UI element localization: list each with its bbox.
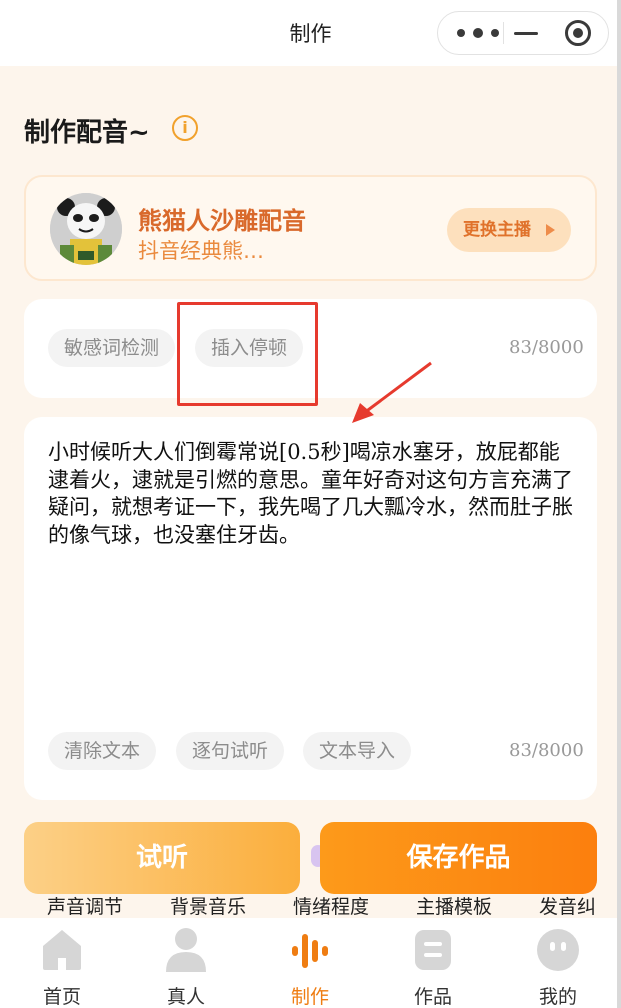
tab-real-person-label: 真人 <box>166 986 205 1008</box>
bottom-tab-bar: 首页 真人 制作 作品 我的 <box>0 918 621 1008</box>
minimize-icon[interactable] <box>512 12 542 54</box>
works-icon <box>415 930 451 970</box>
tools-char-count: 83/8000 <box>509 337 584 358</box>
save-work-button[interactable]: 保存作品 <box>320 822 597 894</box>
tab-mine[interactable]: 我的 <box>518 918 598 1008</box>
editor-char-count: 83/8000 <box>509 740 584 761</box>
tab-home-label: 首页 <box>42 986 81 1008</box>
clear-text-button[interactable]: 清除文本 <box>48 732 157 770</box>
feature-voice-adjust[interactable]: 声音调节 <box>47 892 123 919</box>
text-editor-card[interactable]: 小时候听大人们倒霉常说[0.5秒]喝凉水塞牙，放屁都能逮着火，逮就是引燃的意思。… <box>24 417 597 800</box>
section-heading: 制作配音~ <box>24 118 150 148</box>
home-icon <box>43 930 81 970</box>
editor-textarea[interactable]: 小时候听大人们倒霉常说[0.5秒]喝凉水塞牙，放屁都能逮着火，逮就是引燃的意思。… <box>48 439 578 549</box>
tab-works[interactable]: 作品 <box>393 918 473 1008</box>
voice-name: 熊猫人沙雕配音 <box>138 207 306 235</box>
title-bar: 制作 <box>0 0 621 66</box>
info-icon[interactable]: i <box>172 115 198 141</box>
feature-pronunciation-fix[interactable]: 发音纠 <box>539 892 596 919</box>
tab-real-person[interactable]: 真人 <box>146 918 226 1008</box>
annotation-highlight-box <box>177 302 318 406</box>
person-icon <box>166 928 206 972</box>
more-dots-icon[interactable] <box>452 12 502 54</box>
soundwave-icon <box>292 934 328 968</box>
tab-works-label: 作品 <box>413 986 452 1008</box>
tab-create-label: 制作 <box>290 986 329 1008</box>
panda-avatar-icon <box>50 193 122 265</box>
feature-emotion-level[interactable]: 情绪程度 <box>293 892 369 919</box>
sensitive-word-check-button[interactable]: 敏感词检测 <box>48 329 176 367</box>
feature-options-row: 声音调节 背景音乐 情绪程度 主播模板 发音纠 <box>0 892 621 918</box>
feature-background-music[interactable]: 背景音乐 <box>170 892 246 919</box>
sentence-preview-button[interactable]: 逐句试听 <box>176 732 285 770</box>
window-edge <box>617 0 621 1008</box>
annotation-arrow-icon <box>352 361 432 423</box>
listen-button[interactable]: 试听 <box>24 822 300 894</box>
miniprogram-capsule <box>437 11 609 55</box>
capsule-divider <box>503 22 504 44</box>
feature-anchor-template[interactable]: 主播模板 <box>416 892 492 919</box>
text-import-button[interactable]: 文本导入 <box>303 732 412 770</box>
voice-description: 抖音经典熊… <box>138 239 264 263</box>
change-anchor-button[interactable]: 更换主播 <box>447 208 571 252</box>
play-triangle-icon <box>546 224 555 236</box>
tab-mine-label: 我的 <box>538 986 577 1008</box>
target-close-icon[interactable] <box>562 12 592 54</box>
tab-create[interactable]: 制作 <box>270 918 350 1008</box>
change-anchor-label: 更换主播 <box>463 220 531 240</box>
voice-anchor-card[interactable]: 熊猫人沙雕配音 抖音经典熊… 更换主播 <box>24 175 597 281</box>
tab-home[interactable]: 首页 <box>22 918 102 1008</box>
profile-face-icon <box>537 929 579 971</box>
